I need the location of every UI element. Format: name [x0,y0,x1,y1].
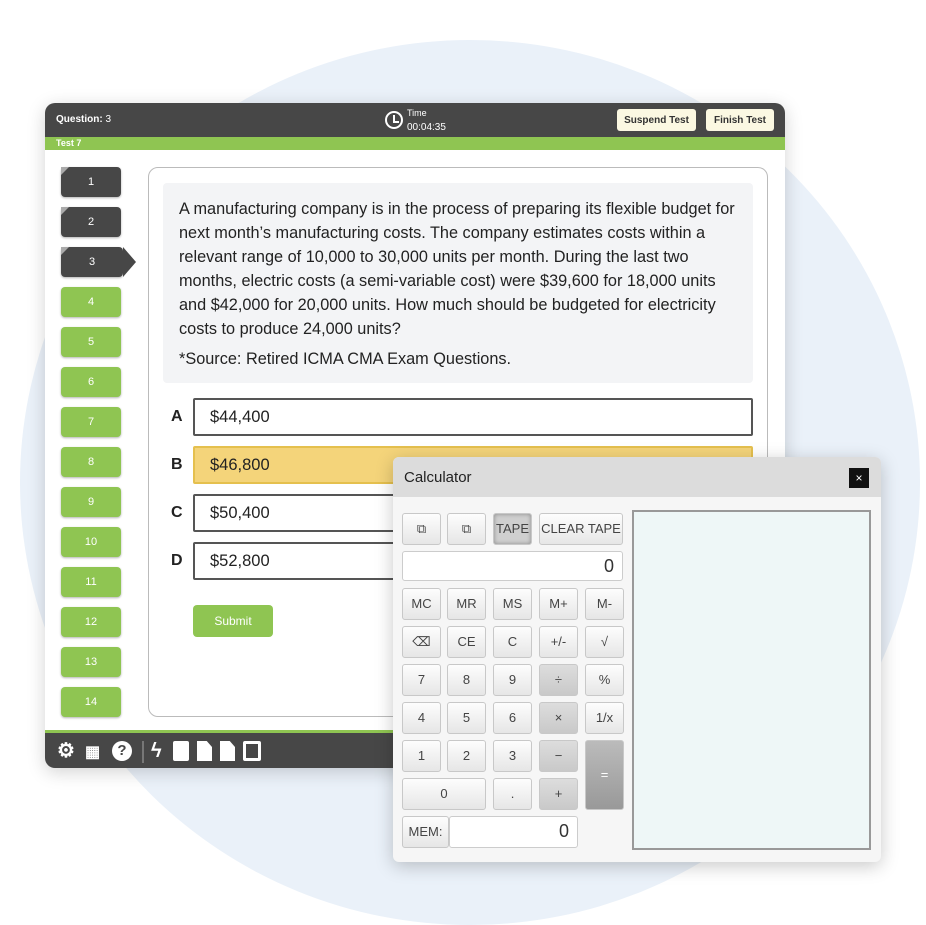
calc-key[interactable]: M+ [539,588,578,620]
paste-icon[interactable]: ⧉ [447,513,486,545]
question-indicator: Question: 3 [56,114,112,125]
time-label: Time [407,108,427,118]
calculator-window: Calculator × ⧉ ⧉ TAPE CLEAR TAPE 0 MC MR M… [393,457,881,862]
calc-key[interactable]: 4 [402,702,441,734]
nav-question-10[interactable]: 10 [61,527,121,557]
calc-key[interactable]: CE [447,626,486,658]
calc-key[interactable]: 1 [402,740,441,772]
calc-key[interactable]: 8 [447,664,486,696]
gear-icon[interactable]: ⚙ [57,741,75,761]
option-letter: C [171,504,183,521]
calc-key[interactable]: % [585,664,624,696]
calc-key[interactable]: 2 [447,740,486,772]
option-letter: A [171,408,183,425]
calc-key[interactable]: M- [585,588,624,620]
flash-icon[interactable]: ϟ [151,741,162,761]
pdf-icon[interactable] [220,741,235,761]
question-text: A manufacturing company is in the proces… [179,200,735,338]
copy-icon[interactable]: ⧉ [402,513,441,545]
calc-key[interactable]: 0 [402,778,486,810]
calculator-icon[interactable] [243,741,261,761]
submit-button[interactable]: Submit [193,605,273,637]
option-letter: D [171,552,183,569]
clear-tape-button[interactable]: CLEAR TAPE [539,513,623,545]
nav-question-7[interactable]: 7 [61,407,121,437]
calc-key[interactable]: MC [402,588,441,620]
tape-button[interactable]: TAPE [493,513,532,545]
nav-question-2[interactable]: 2 [61,207,121,237]
calc-key[interactable]: 6 [493,702,532,734]
calc-key[interactable]: 5 [447,702,486,734]
calculator-display: 0 [402,551,623,581]
suspend-test-button[interactable]: Suspend Test [617,109,696,131]
nav-question-12[interactable]: 12 [61,607,121,637]
option-letter: B [171,456,183,473]
nav-question-11[interactable]: 11 [61,567,121,597]
calc-key[interactable]: 3 [493,740,532,772]
mem-label: MEM: [402,816,449,848]
close-icon[interactable]: × [849,468,869,488]
calc-key[interactable]: 1/x [585,702,624,734]
calc-key[interactable]: MS [493,588,532,620]
calc-key[interactable]: 7 [402,664,441,696]
grid-icon[interactable]: ▦ [85,743,100,763]
header-bar: Question: 3 Time 00:04:35 Suspend Test F… [45,103,785,137]
calc-key[interactable]: ⌫ [402,626,441,658]
calc-key[interactable]: √ [585,626,624,658]
pdf-edit-icon[interactable] [197,741,212,761]
question-box: A manufacturing company is in the proces… [163,183,753,383]
clock-icon [385,111,403,129]
calc-key[interactable]: . [493,778,532,810]
calc-key[interactable]: +/- [539,626,578,658]
calc-key[interactable]: ÷ [539,664,578,696]
notes-icon[interactable] [173,741,189,761]
option-a[interactable]: $44,400 [193,398,753,436]
nav-question-4[interactable]: 4 [61,287,121,317]
finish-test-button[interactable]: Finish Test [706,109,774,131]
calc-key[interactable]: = [585,740,624,810]
nav-question-9[interactable]: 9 [61,487,121,517]
nav-question-8[interactable]: 8 [61,447,121,477]
nav-question-6[interactable]: 6 [61,367,121,397]
calculator-title: Calculator [393,457,881,497]
calc-key[interactable]: + [539,778,578,810]
question-source: *Source: Retired ICMA CMA Exam Questions… [179,350,512,368]
calc-key[interactable]: C [493,626,532,658]
nav-question-1[interactable]: 1 [61,167,121,197]
nav-question-3[interactable]: 3 [61,247,136,277]
calc-key[interactable]: 9 [493,664,532,696]
tape-area[interactable] [632,510,871,850]
test-name: Test 7 [45,137,785,150]
divider [142,741,144,763]
calc-key[interactable]: − [539,740,578,772]
calc-key[interactable]: MR [447,588,486,620]
calc-key[interactable]: × [539,702,578,734]
nav-question-5[interactable]: 5 [61,327,121,357]
help-icon[interactable]: ? [112,741,132,761]
time-value: 00:04:35 [407,122,446,133]
mem-display: 0 [449,816,578,848]
nav-question-13[interactable]: 13 [61,647,121,677]
nav-question-14[interactable]: 14 [61,687,121,717]
